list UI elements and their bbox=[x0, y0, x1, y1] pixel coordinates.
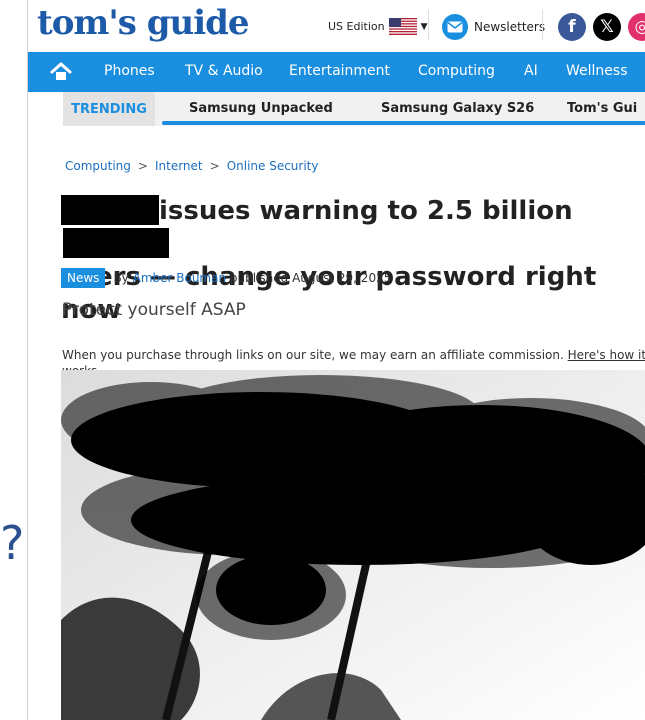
trending-label: TRENDING bbox=[63, 92, 155, 126]
header-divider bbox=[542, 10, 543, 40]
nav-item-computing[interactable]: Computing bbox=[418, 63, 495, 79]
redaction-block bbox=[61, 195, 159, 225]
trending-item[interactable]: Samsung Galaxy S26 bbox=[381, 101, 534, 116]
breadcrumb: Computing > Internet > Online Security bbox=[65, 159, 319, 173]
site-header: tom's guide US Edition ▼ Newsletters f 𝕏 bbox=[28, 0, 645, 52]
instagram-icon[interactable]: ◎ bbox=[628, 13, 645, 41]
hero-image bbox=[61, 370, 645, 720]
headline-part-1: issues warning to 2.5 billion bbox=[159, 196, 573, 226]
publish-date: published August 29, 2025 bbox=[229, 271, 392, 285]
header-divider bbox=[428, 10, 429, 40]
redaction-block bbox=[63, 228, 169, 258]
partial-question-mark: ? bbox=[0, 516, 25, 570]
nav-item-ai[interactable]: AI bbox=[524, 63, 538, 79]
facebook-icon[interactable]: f bbox=[558, 13, 586, 41]
us-flag-icon bbox=[388, 18, 417, 35]
category-badge[interactable]: News bbox=[61, 268, 106, 288]
trending-item[interactable]: Tom's Gui bbox=[567, 101, 637, 116]
nav-item-tv-audio[interactable]: TV & Audio bbox=[185, 63, 263, 79]
home-icon[interactable] bbox=[50, 62, 72, 82]
hero-image-art bbox=[61, 370, 645, 720]
breadcrumb-separator: > bbox=[209, 159, 220, 173]
newsletters-link[interactable]: Newsletters bbox=[442, 14, 545, 40]
breadcrumb-item-internet[interactable]: Internet bbox=[155, 159, 203, 173]
edition-selector[interactable]: US Edition ▼ bbox=[328, 18, 428, 35]
edition-label: US Edition bbox=[328, 20, 385, 33]
nav-item-wellness[interactable]: Wellness bbox=[566, 63, 628, 79]
envelope-icon bbox=[442, 14, 468, 40]
x-icon[interactable]: 𝕏 bbox=[593, 13, 621, 41]
browser-page: tom's guide US Edition ▼ Newsletters f 𝕏… bbox=[27, 0, 645, 720]
breadcrumb-item-online-security[interactable]: Online Security bbox=[227, 159, 319, 173]
chevron-down-icon: ▼ bbox=[420, 21, 428, 32]
nav-item-phones[interactable]: Phones bbox=[104, 63, 155, 79]
byline-prefix: By bbox=[113, 271, 129, 285]
article-meta: News By Amber Bouman published August 29… bbox=[61, 268, 391, 288]
nav-item-entertainment[interactable]: Entertainment bbox=[289, 63, 390, 79]
author-link[interactable]: Amber Bouman bbox=[133, 271, 226, 285]
disclaimer-text: When you purchase through links on our s… bbox=[62, 348, 564, 362]
article-subheading: Protect yourself ASAP bbox=[62, 300, 246, 320]
site-logo[interactable]: tom's guide bbox=[37, 6, 250, 40]
trending-item[interactable]: Samsung Unpacked bbox=[189, 101, 333, 116]
breadcrumb-separator: > bbox=[137, 159, 148, 173]
main-nav: Phones TV & Audio Entertainment Computin… bbox=[28, 52, 645, 92]
newsletters-label: Newsletters bbox=[474, 20, 546, 34]
breadcrumb-item-computing[interactable]: Computing bbox=[65, 159, 131, 173]
trending-scroll-indicator bbox=[162, 121, 645, 125]
